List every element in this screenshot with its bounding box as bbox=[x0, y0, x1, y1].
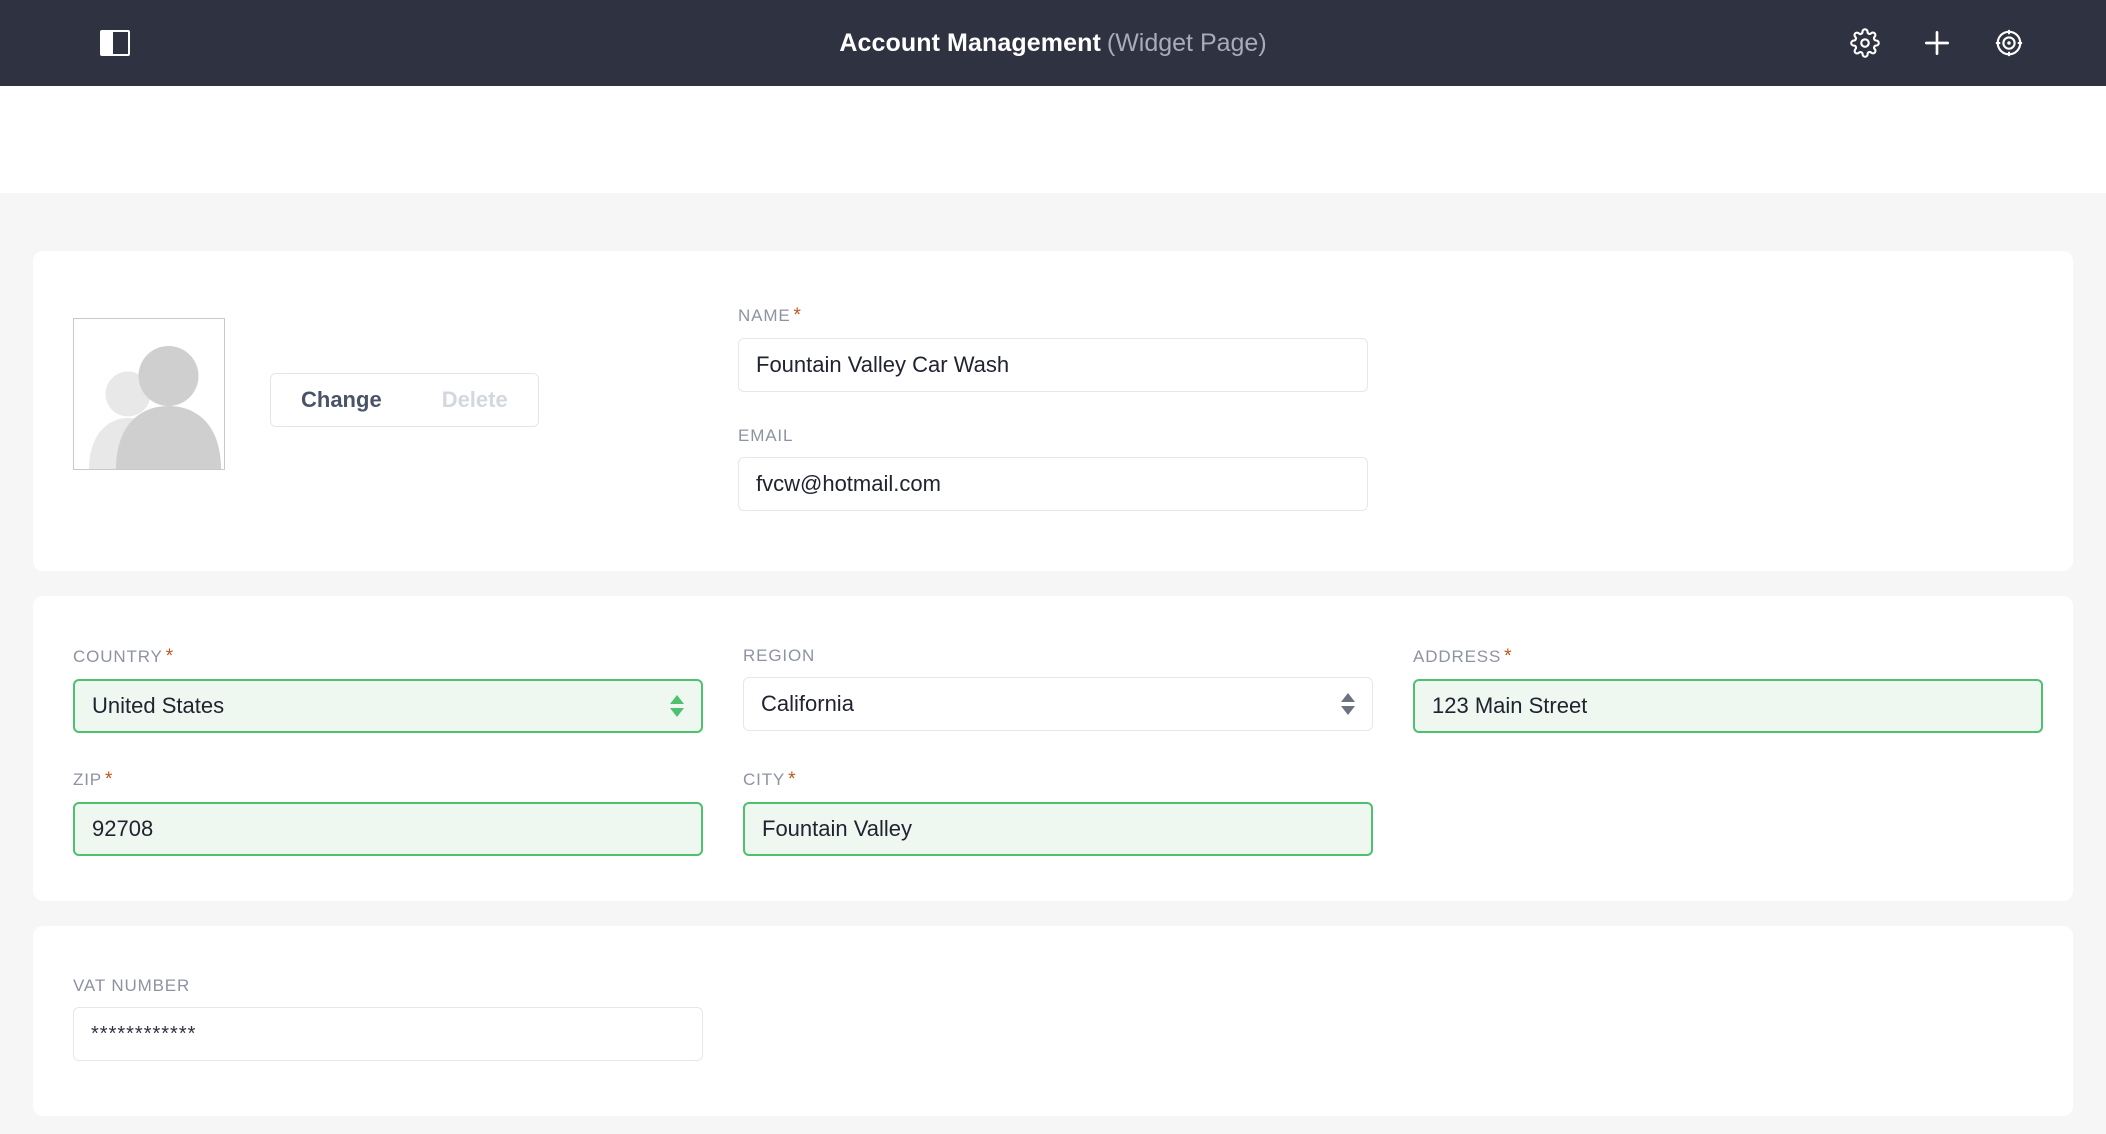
user-placeholder-icon bbox=[74, 319, 224, 469]
required-marker: * bbox=[788, 769, 797, 790]
address-row-2: ZIP * 92708 CITY * Fountain Valley bbox=[73, 769, 2033, 856]
chevron-updown-icon[interactable] bbox=[670, 695, 684, 717]
vat-card: VAT NUMBER ************ bbox=[33, 926, 2073, 1116]
main-content-area: Change Delete NAME * Fountain Valley Car … bbox=[0, 193, 2106, 1134]
avatar bbox=[73, 318, 225, 470]
vat-value: ************ bbox=[91, 1022, 197, 1045]
address-label: ADDRESS * bbox=[1413, 646, 1513, 667]
avatar-button-group: Change Delete bbox=[270, 373, 539, 427]
email-label: EMAIL bbox=[738, 426, 794, 445]
city-label: CITY * bbox=[743, 769, 797, 790]
required-marker: * bbox=[793, 305, 802, 326]
content-header-band bbox=[0, 86, 2106, 193]
avatar-block: Change Delete bbox=[73, 305, 738, 571]
country-select[interactable]: United States bbox=[73, 679, 703, 733]
top-navigation-bar: Account Management (Widget Page) bbox=[0, 0, 2106, 86]
zip-input[interactable]: 92708 bbox=[73, 802, 703, 856]
delete-avatar-button[interactable]: Delete bbox=[411, 374, 538, 426]
zip-value: 92708 bbox=[92, 816, 154, 841]
address-field-group: ADDRESS * 123 Main Street bbox=[1413, 646, 2043, 733]
country-field-group: COUNTRY * United States bbox=[73, 646, 703, 733]
country-value: United States bbox=[92, 693, 225, 718]
plus-icon[interactable] bbox=[1920, 26, 1954, 60]
target-icon[interactable] bbox=[1992, 26, 2026, 60]
required-marker: * bbox=[1504, 646, 1513, 667]
required-marker: * bbox=[105, 769, 114, 790]
address-row-2-spacer bbox=[1413, 769, 2043, 856]
region-label: REGION bbox=[743, 646, 816, 665]
region-field-group: REGION California bbox=[743, 646, 1373, 733]
country-label: COUNTRY * bbox=[73, 646, 174, 667]
name-label: NAME * bbox=[738, 305, 802, 326]
zip-label: ZIP * bbox=[73, 769, 114, 790]
city-input[interactable]: Fountain Valley bbox=[743, 802, 1373, 856]
name-input[interactable]: Fountain Valley Car Wash bbox=[738, 338, 1368, 392]
email-input[interactable]: fvcw@hotmail.com bbox=[738, 457, 1368, 511]
address-value: 123 Main Street bbox=[1432, 693, 1588, 718]
city-field-group: CITY * Fountain Valley bbox=[743, 769, 1373, 856]
page-title-main: Account Management bbox=[839, 28, 1101, 57]
zip-field-group: ZIP * 92708 bbox=[73, 769, 703, 856]
gear-icon[interactable] bbox=[1848, 26, 1882, 60]
email-field-group: EMAIL fvcw@hotmail.com bbox=[738, 426, 1368, 511]
sidebar-toggle-icon[interactable] bbox=[100, 30, 130, 56]
profile-fields: NAME * Fountain Valley Car Wash EMAIL fvc… bbox=[738, 305, 1368, 571]
name-value: Fountain Valley Car Wash bbox=[756, 352, 1010, 377]
page-title: Account Management (Widget Page) bbox=[0, 28, 2106, 57]
email-value: fvcw@hotmail.com bbox=[756, 471, 941, 496]
page-title-sub: (Widget Page) bbox=[1106, 28, 1267, 57]
required-marker: * bbox=[165, 646, 174, 667]
change-avatar-button[interactable]: Change bbox=[271, 374, 412, 426]
region-select[interactable]: California bbox=[743, 677, 1373, 731]
region-value: California bbox=[761, 691, 854, 716]
chevron-updown-icon[interactable] bbox=[1341, 693, 1355, 715]
address-input[interactable]: 123 Main Street bbox=[1413, 679, 2043, 733]
vat-label: VAT NUMBER bbox=[73, 976, 191, 995]
vat-input[interactable]: ************ bbox=[73, 1007, 703, 1061]
city-value: Fountain Valley bbox=[762, 816, 913, 841]
address-row-1: COUNTRY * United States REGION California… bbox=[73, 646, 2043, 733]
vat-field-group: VAT NUMBER ************ bbox=[73, 976, 703, 1061]
name-field-group: NAME * Fountain Valley Car Wash bbox=[738, 305, 1368, 392]
profile-card: Change Delete NAME * Fountain Valley Car … bbox=[33, 251, 2073, 571]
address-card: COUNTRY * United States REGION California… bbox=[33, 596, 2073, 901]
topbar-actions bbox=[1848, 26, 2026, 60]
